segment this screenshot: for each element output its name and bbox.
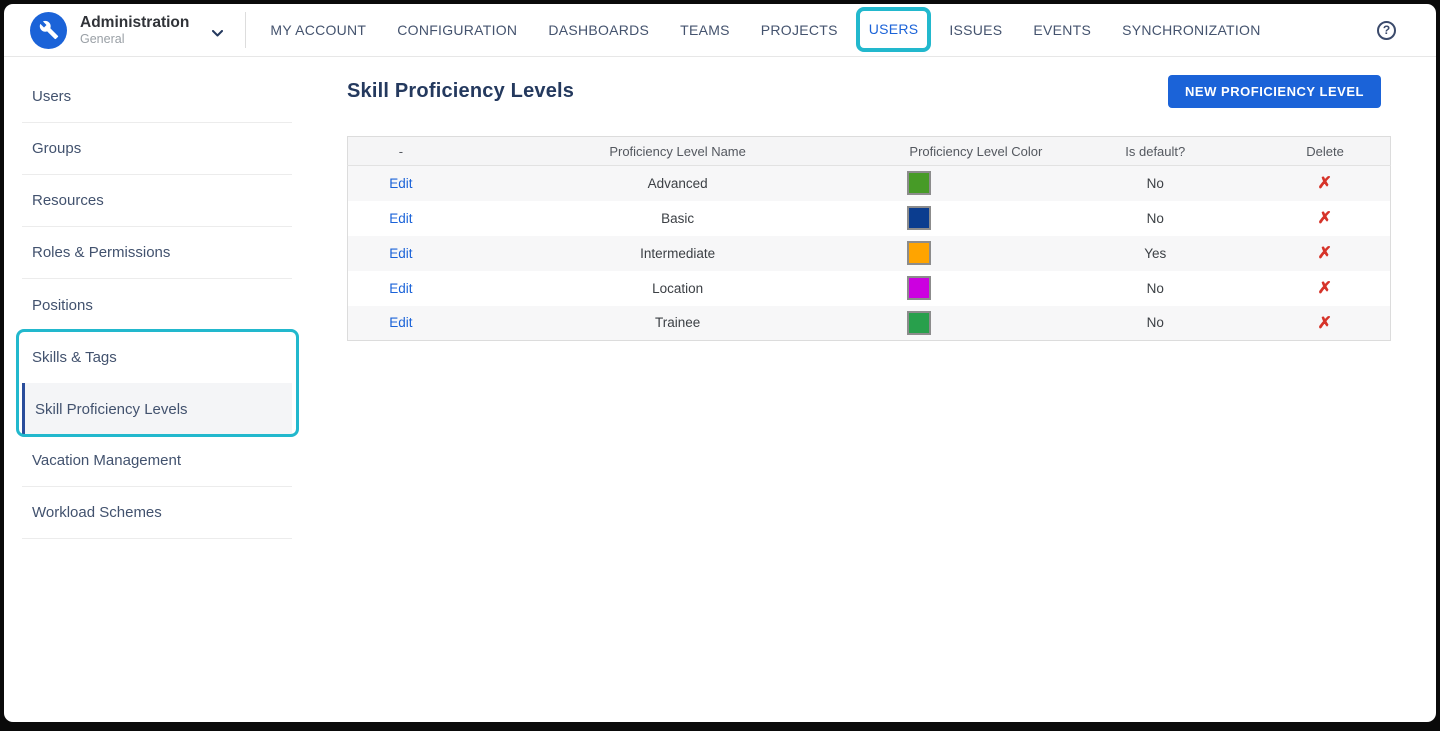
nav-item-issues[interactable]: ISSUES [949,22,1002,38]
nav-item-dashboards[interactable]: DASHBOARDS [548,22,649,38]
sidebar-item-workload-schemes[interactable]: Workload Schemes [22,487,292,539]
is-default-value: No [1146,315,1164,331]
nav-item-events[interactable]: EVENTS [1033,22,1091,38]
level-name: Basic [661,210,695,226]
edit-link[interactable]: Edit [389,246,412,261]
sidebar-item-positions[interactable]: Positions [22,279,292,331]
workspace-switcher[interactable]: Administration General [30,11,224,49]
nav-items: MY ACCOUNT CONFIGURATION DASHBOARDS TEAM… [270,7,1377,52]
edit-link[interactable]: Edit [389,281,412,296]
is-default-value: No [1146,175,1164,191]
level-name: Location [652,280,704,296]
nav-item-synchronization[interactable]: SYNCHRONIZATION [1122,22,1261,38]
brand-title: Administration [80,13,190,31]
edit-link[interactable]: Edit [389,176,412,191]
nav-item-users[interactable]: USERS [869,21,919,37]
nav-item-my-account[interactable]: MY ACCOUNT [270,22,366,38]
sidebar-item-vacation-management[interactable]: Vacation Management [22,435,292,487]
column-header-delete: Delete [1260,136,1391,166]
color-swatch [907,310,932,335]
table-row: Edit Trainee No ✗ [347,305,1391,341]
table-header-row: - Proficiency Level Name Proficiency Lev… [347,136,1391,166]
column-header-name: Proficiency Level Name [453,136,902,166]
edit-link[interactable]: Edit [389,315,412,330]
sidebar-item-roles-permissions[interactable]: Roles & Permissions [22,227,292,279]
nav-item-teams[interactable]: TEAMS [680,22,730,38]
level-name: Advanced [647,175,708,191]
main-header: Skill Proficiency Levels NEW PROFICIENCY… [347,75,1391,108]
is-default-value: Yes [1144,245,1167,261]
nav-item-projects[interactable]: PROJECTS [761,22,838,38]
content-area: Users Groups Resources Roles & Permissio… [4,57,1436,722]
proficiency-levels-table: - Proficiency Level Name Proficiency Lev… [347,136,1391,341]
sidebar-item-resources[interactable]: Resources [22,175,292,227]
nav-divider [245,12,247,48]
new-proficiency-level-button[interactable]: NEW PROFICIENCY LEVEL [1168,75,1381,108]
sidebar-item-users[interactable]: Users [22,71,292,123]
table-row: Edit Location No ✗ [348,271,1391,306]
is-default-value: No [1146,210,1164,226]
delete-icon[interactable]: ✗ [1318,243,1333,263]
delete-icon[interactable]: ✗ [1318,313,1333,333]
column-header-color: Proficiency Level Color [901,136,1051,166]
level-name: Intermediate [640,245,716,261]
wrench-icon [30,11,67,49]
delete-icon[interactable]: ✗ [1318,173,1333,193]
color-swatch [907,206,932,230]
main-panel: Skill Proficiency Levels NEW PROFICIENCY… [314,57,1436,722]
table-row: Edit Advanced No ✗ [347,165,1391,201]
edit-link[interactable]: Edit [389,211,412,226]
color-swatch [907,241,932,265]
app-window: Administration General MY ACCOUNT CONFIG… [4,4,1436,722]
color-swatch [907,276,932,300]
level-name: Trainee [654,315,701,331]
nav-item-configuration[interactable]: CONFIGURATION [397,22,517,38]
admin-sidebar: Users Groups Resources Roles & Permissio… [4,57,314,722]
sidebar-item-groups[interactable]: Groups [22,123,292,175]
chevron-down-icon[interactable] [212,24,224,42]
page-title: Skill Proficiency Levels [347,80,575,102]
brand-text: Administration General [80,14,189,46]
brand-subtitle: General [80,31,125,46]
sidebar-item-skills-tags[interactable]: Skills & Tags [22,331,292,383]
table-row: Edit Basic No ✗ [348,201,1391,236]
color-swatch [907,171,932,196]
column-header-actions: - [347,136,454,166]
is-default-value: No [1146,280,1164,296]
delete-icon[interactable]: ✗ [1318,208,1333,228]
column-header-default: Is default? [1050,136,1261,166]
top-navigation-bar: Administration General MY ACCOUNT CONFIG… [4,4,1436,57]
help-icon[interactable]: ? [1377,20,1396,40]
sidebar-item-skill-proficiency-levels[interactable]: Skill Proficiency Levels [22,383,292,435]
delete-icon[interactable]: ✗ [1318,278,1333,298]
table-row: Edit Intermediate Yes ✗ [347,235,1391,271]
